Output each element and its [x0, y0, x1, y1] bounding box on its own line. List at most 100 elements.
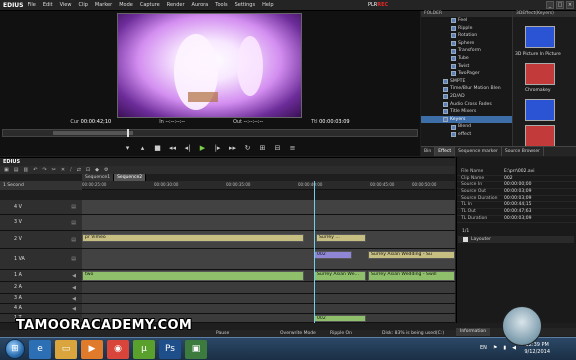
clip-2v-surrey[interactable]: Surrey ... [316, 234, 366, 242]
track-header-4a[interactable]: 4 A ◀ [0, 304, 82, 314]
menu-file[interactable]: File [28, 2, 36, 8]
menu-help[interactable]: Help [262, 2, 273, 8]
track-header-1va[interactable]: 1 VA ▤ [0, 249, 82, 270]
tree-item[interactable]: Title Mixers [421, 108, 512, 116]
menu-clip[interactable]: Clip [78, 2, 87, 8]
effect-tile-chromakey[interactable] [525, 63, 555, 85]
insert-icon[interactable]: ⊞ [258, 144, 267, 153]
lock-icon[interactable]: ▤ [71, 220, 76, 226]
tree-item[interactable]: Transform [421, 47, 512, 55]
stop-icon[interactable]: ■ [153, 144, 162, 153]
tree-item[interactable]: SMPTE [421, 78, 512, 86]
track-lane-4a[interactable] [82, 304, 455, 314]
tree-item[interactable]: Ripple [421, 25, 512, 33]
tree-item[interactable]: Sphere [421, 40, 512, 48]
clip-1va-surrey[interactable]: Surrey Asian Wedding - Su [368, 251, 455, 259]
speaker-icon[interactable]: ◀ [72, 306, 76, 312]
redo-icon[interactable]: ↷ [42, 167, 46, 173]
flag-icon[interactable]: ⚑ [493, 345, 497, 351]
tab-information[interactable]: Information [456, 328, 491, 336]
tree-item[interactable]: Rotation [421, 32, 512, 40]
timeline-playhead[interactable] [314, 181, 315, 323]
settings-icon[interactable]: ⚙ [104, 167, 108, 173]
menu-edit[interactable]: Edit [43, 2, 53, 8]
menu-capture[interactable]: Capture [140, 2, 160, 8]
undo-icon[interactable]: ↶ [33, 167, 37, 173]
track-lane-2a[interactable] [82, 282, 455, 294]
edius-icon[interactable]: ▣ [185, 339, 207, 359]
mode-indicator[interactable]: PLRREC [368, 2, 388, 8]
timeline-ruler[interactable]: 00:00:25:00 00:00:30:00 00:00:35:00 00:0… [82, 181, 455, 190]
ripple-icon[interactable]: ⇄ [77, 167, 81, 173]
track-lane-1a[interactable]: two Surrey Asian We... Surrey Asian Wedd… [82, 270, 455, 282]
track-header-2a[interactable]: 2 A ◀ [0, 282, 82, 294]
start-button[interactable]: ⊞ [5, 339, 25, 359]
track-header-2v[interactable]: 2 V ▤ [0, 231, 82, 249]
menu-view[interactable]: View [60, 2, 72, 8]
rewind-icon[interactable]: ◂◂ [168, 144, 177, 153]
tab-effect[interactable]: Effect [435, 147, 456, 156]
torrent-icon[interactable]: μ [133, 339, 155, 359]
layouter-row[interactable]: Layouter [458, 236, 574, 243]
tree-item[interactable]: Audio Cross Fades [421, 101, 512, 109]
chrome-icon[interactable]: ◉ [107, 339, 129, 359]
delete-icon[interactable]: ✕ [61, 167, 65, 173]
speaker-icon[interactable]: ◀ [72, 296, 76, 302]
tab-source-browser[interactable]: Source Browser [502, 147, 544, 156]
tree-item[interactable]: effect [421, 131, 512, 139]
mark-out-icon[interactable]: ▴ [138, 144, 147, 153]
save-icon[interactable]: ▥ [23, 167, 28, 173]
track-lane-4v[interactable] [82, 200, 455, 215]
tree-item[interactable]: 2D/AD [421, 93, 512, 101]
split-icon[interactable]: ⧸ [70, 167, 72, 173]
tree-item[interactable]: Feel [421, 17, 512, 25]
menu-icon[interactable]: ≡ [288, 144, 297, 153]
marker-icon[interactable]: ◆ [95, 167, 99, 173]
clip-1t-002[interactable]: 002 [314, 315, 366, 322]
tree-item[interactable]: Blend [421, 123, 512, 131]
menu-tools[interactable]: Tools [215, 2, 227, 8]
checkbox-icon[interactable] [463, 237, 468, 242]
track-lane-3a[interactable] [82, 294, 455, 304]
menu-render[interactable]: Render [167, 2, 185, 8]
menu-mode[interactable]: Mode [119, 2, 133, 8]
clip-2v-main[interactable]: pr Vimeo [82, 234, 304, 242]
close-button[interactable]: × [566, 1, 574, 9]
loop-icon[interactable]: ↻ [243, 144, 252, 153]
speaker-icon[interactable]: ◀ [72, 273, 76, 279]
step-back-icon[interactable]: ◂| [183, 144, 192, 153]
mark-in-icon[interactable]: ▾ [123, 144, 132, 153]
tree-item-selected[interactable]: Keyers [421, 115, 512, 124]
snap-icon[interactable]: ⊡ [86, 167, 90, 173]
timeline-scale[interactable]: 1 Second [0, 181, 82, 190]
scrubber-handle[interactable] [127, 129, 130, 137]
ie-icon[interactable]: e [29, 339, 51, 359]
volume-icon[interactable]: ◀ [512, 345, 516, 351]
menu-marker[interactable]: Marker [95, 2, 112, 8]
tab-sequence2[interactable]: Sequence2 [114, 174, 147, 181]
photoshop-icon[interactable]: Ps [159, 339, 181, 359]
track-lane-2v[interactable]: pr Vimeo Surrey ... [82, 231, 455, 249]
clip-1a-surrey[interactable]: Surrey Asian We... [314, 271, 366, 281]
folder-icon[interactable]: ▭ [55, 339, 77, 359]
track-lane-3v[interactable] [82, 215, 455, 231]
tree-item[interactable]: Twist [421, 63, 512, 71]
play-icon[interactable]: ▶ [198, 144, 207, 153]
track-header-3a[interactable]: 3 A ◀ [0, 294, 82, 304]
effect-tile-3[interactable] [525, 99, 555, 121]
overwrite-icon[interactable]: ⊟ [273, 144, 282, 153]
effect-tile-pip[interactable] [525, 26, 555, 48]
player-scrubber[interactable] [2, 129, 418, 137]
open-icon[interactable]: ▤ [14, 167, 19, 173]
lock-icon[interactable]: ▤ [71, 256, 76, 262]
tree-item[interactable]: Time/Blur Motion Blen [421, 85, 512, 93]
network-icon[interactable]: ▮ [503, 345, 506, 351]
cut-icon[interactable]: ✂ [52, 167, 56, 173]
new-sequence-icon[interactable]: ▣ [4, 167, 9, 173]
speaker-icon[interactable]: ◀ [72, 285, 76, 291]
track-header-4v[interactable]: 4 V ▤ [0, 200, 82, 215]
tree-item[interactable]: Tube [421, 55, 512, 63]
tree-item[interactable]: TwoPager [421, 70, 512, 78]
lock-icon[interactable]: ▤ [71, 237, 76, 243]
effect-tile-4[interactable] [525, 125, 555, 147]
